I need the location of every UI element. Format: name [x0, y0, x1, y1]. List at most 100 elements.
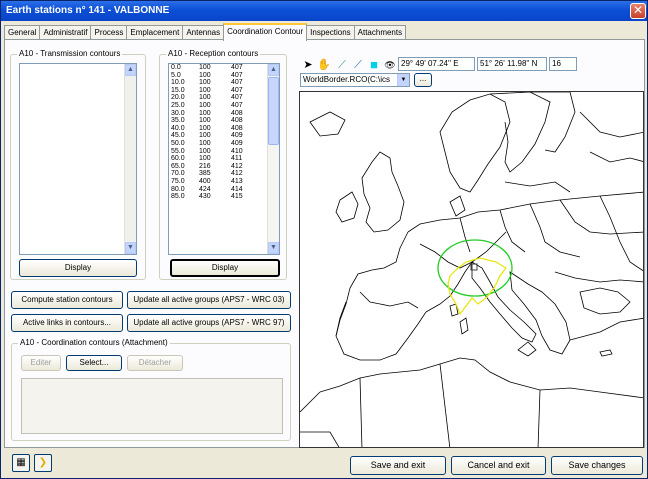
- view-eye-icon[interactable]: 👁: [383, 57, 397, 73]
- list-item[interactable]: 20.0 100 407: [169, 94, 279, 102]
- list-cell: 100: [199, 109, 211, 117]
- tab-inspections[interactable]: Inspections: [306, 25, 355, 40]
- select-button[interactable]: Select...: [66, 355, 122, 371]
- list-cell: 100: [199, 86, 211, 94]
- list-item[interactable]: 15.0 100 407: [169, 87, 279, 95]
- list-cell: 100: [199, 155, 211, 163]
- list-item[interactable]: 35.0 100 408: [169, 117, 279, 125]
- list-cell: 100: [199, 64, 211, 71]
- list-item[interactable]: 25.0 100 407: [169, 102, 279, 110]
- window-title: Earth stations n° 141 - VALBONNE: [6, 5, 170, 16]
- zoom-field[interactable]: 16: [549, 57, 577, 71]
- close-button[interactable]: ✕: [630, 3, 646, 19]
- tab-general[interactable]: General: [4, 25, 41, 40]
- transmission-scrollbar[interactable]: ▲ ▼: [124, 64, 136, 254]
- list-cell: 412: [231, 170, 243, 178]
- list-item[interactable]: 55.0 100 410: [169, 148, 279, 156]
- list-item[interactable]: 45.0 100 409: [169, 132, 279, 140]
- list-cell: 50.0: [171, 139, 185, 147]
- list-cell: 409: [231, 132, 243, 140]
- list-item[interactable]: 30.0 100 408: [169, 110, 279, 118]
- coordination-contour-panel: A10 - Transmission contours ▲ ▼ Display …: [4, 39, 645, 448]
- active-links-button[interactable]: Active links in contours...: [11, 314, 123, 332]
- reception-display-button[interactable]: Display: [170, 259, 280, 277]
- tab-coordination-contour[interactable]: Coordination Contour: [223, 23, 308, 41]
- map-view[interactable]: [299, 91, 644, 448]
- list-cell: 40.0: [171, 124, 185, 132]
- list-cell: 25.0: [171, 101, 185, 109]
- list-cell: 424: [199, 185, 211, 193]
- edit-button[interactable]: Editer: [21, 355, 61, 371]
- list-cell: 5.0: [171, 71, 181, 79]
- list-cell: 100: [199, 79, 211, 87]
- list-cell: 85.0: [171, 193, 185, 201]
- map-layer-select[interactable]: WorldBorder.RCO(C:\ics ▼: [300, 73, 410, 87]
- scroll-down-icon[interactable]: ▼: [125, 242, 136, 254]
- detach-button[interactable]: Détacher: [127, 355, 183, 371]
- tab-attachments[interactable]: Attachments: [353, 25, 407, 40]
- list-item[interactable]: 0.0 100 407: [169, 64, 279, 72]
- list-item[interactable]: 5.0 100 407: [169, 72, 279, 80]
- scroll-down-icon[interactable]: ▼: [268, 242, 279, 254]
- list-item[interactable]: 10.0 100 407: [169, 79, 279, 87]
- chevron-down-icon[interactable]: ▼: [397, 74, 409, 86]
- bottom-bar: ▦ ❯ Save and exit Cancel and exit Save c…: [4, 452, 645, 476]
- navigate-icon[interactable]: ❯: [34, 454, 52, 472]
- transmission-display-button[interactable]: Display: [19, 259, 137, 277]
- longitude-field: 29° 49' 07.24'' E: [398, 57, 475, 71]
- list-item[interactable]: 60.0 100 411: [169, 155, 279, 163]
- transmission-contours-title: A10 - Transmission contours: [17, 49, 123, 59]
- tab-process[interactable]: Process: [90, 25, 128, 40]
- scroll-up-icon[interactable]: ▲: [268, 64, 279, 76]
- list-item[interactable]: 75.0 400 413: [169, 178, 279, 186]
- reception-contours-list[interactable]: 0.0 100 407 5.0 100 407 10.0 100 407 15.0 100 407 20…: [168, 63, 280, 255]
- list-item[interactable]: 65.0 216 412: [169, 163, 279, 171]
- scroll-thumb[interactable]: [268, 77, 279, 145]
- browse-layer-button[interactable]: ...: [414, 73, 432, 87]
- list-cell: 411: [231, 155, 243, 163]
- update-groups-wrc97-button[interactable]: Update all active groups (APS7 - WRC 97): [127, 314, 291, 332]
- list-cell: 100: [199, 117, 211, 125]
- color-fill-icon[interactable]: ■: [367, 57, 381, 73]
- map-layer-value: WorldBorder.RCO(C:\ics: [303, 75, 390, 84]
- pan-hand-icon[interactable]: ✋: [317, 57, 331, 73]
- tab-emplacement[interactable]: Emplacement: [126, 25, 184, 40]
- draw-polyline-icon[interactable]: ⟋: [351, 57, 365, 73]
- save-and-exit-button[interactable]: Save and exit: [350, 456, 446, 475]
- save-changes-button[interactable]: Save changes: [551, 456, 643, 475]
- list-cell: 15.0: [171, 86, 185, 94]
- list-cell: 100: [199, 101, 211, 109]
- attachment-preview: [21, 378, 283, 434]
- list-item[interactable]: 80.0 424 414: [169, 186, 279, 194]
- list-cell: 400: [199, 177, 211, 185]
- list-cell: 75.0: [171, 177, 185, 185]
- list-cell: 408: [231, 109, 243, 117]
- latitude-field: 51° 26' 11.98'' N: [477, 57, 547, 71]
- scroll-up-icon[interactable]: ▲: [125, 64, 136, 76]
- draw-line-icon[interactable]: ⟋: [335, 57, 349, 73]
- pointer-icon[interactable]: ➤: [301, 57, 315, 73]
- list-cell: 408: [231, 117, 243, 125]
- list-cell: 410: [231, 147, 243, 155]
- list-item[interactable]: 70.0 385 412: [169, 170, 279, 178]
- list-item[interactable]: 40.0 100 408: [169, 125, 279, 133]
- cancel-and-exit-button[interactable]: Cancel and exit: [451, 456, 546, 475]
- reception-scrollbar[interactable]: ▲ ▼: [267, 64, 279, 254]
- list-cell: 100: [199, 94, 211, 102]
- list-cell: 407: [231, 71, 243, 79]
- list-cell: 45.0: [171, 132, 185, 140]
- list-cell: 414: [231, 185, 243, 193]
- coordination-attachment-title: A10 - Coordination contours (Attachment): [18, 338, 170, 348]
- tab-administratif[interactable]: Administratif: [39, 25, 92, 40]
- title-bar: Earth stations n° 141 - VALBONNE ✕: [1, 1, 647, 21]
- transmission-contours-list[interactable]: ▲ ▼: [19, 63, 137, 255]
- calculator-icon[interactable]: ▦: [12, 454, 30, 472]
- list-cell: 412: [231, 162, 243, 170]
- list-cell: 55.0: [171, 147, 185, 155]
- list-cell: 407: [231, 86, 243, 94]
- update-groups-wrc03-button[interactable]: Update all active groups (APS7 - WRC 03): [127, 291, 291, 309]
- tab-antennas[interactable]: Antennas: [182, 25, 225, 40]
- list-item[interactable]: 50.0 100 409: [169, 140, 279, 148]
- compute-station-contours-button[interactable]: Compute station contours: [11, 291, 123, 309]
- list-item[interactable]: 85.0 430 415: [169, 193, 279, 201]
